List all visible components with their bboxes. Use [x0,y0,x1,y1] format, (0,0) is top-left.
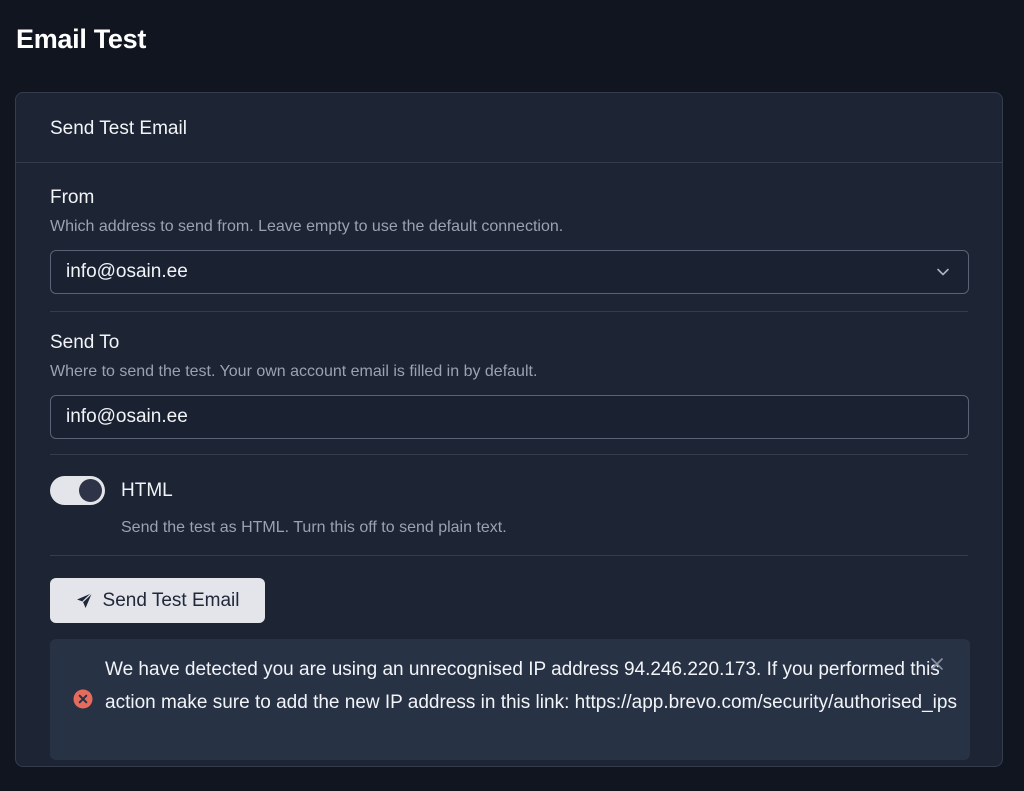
send-to-help-text: Where to send the test. Your own account… [50,363,538,380]
alert-message: We have detected you are using an unreco… [105,659,957,713]
from-select-value: info@osain.ee [66,261,188,282]
from-help-text: Which address to send from. Leave empty … [50,218,564,235]
paper-plane-icon [76,592,92,608]
error-alert: We have detected you are using an unreco… [50,639,970,760]
send-to-label: Send To [50,332,120,353]
send-to-section: Send To Where to send the test. Your own… [50,312,969,455]
from-select[interactable]: info@osain.ee [50,250,969,294]
html-toggle-help-text: Send the test as HTML. Turn this off to … [121,519,507,536]
from-section: From Which address to send from. Leave e… [50,163,969,312]
error-circle-icon [73,689,93,709]
send-test-email-button[interactable]: Send Test Email [50,578,265,623]
send-to-input-value: info@osain.ee [66,406,188,427]
send-to-input[interactable]: info@osain.ee [50,395,969,439]
page-title: Email Test [16,24,147,54]
close-icon[interactable] [930,657,944,671]
send-test-email-button-label: Send Test Email [102,589,240,611]
from-label: From [50,187,95,208]
card-title: Send Test Email [16,93,1002,163]
chevron-down-icon [937,268,949,276]
html-toggle[interactable] [50,476,105,505]
card-body: From Which address to send from. Leave e… [16,163,1002,556]
html-toggle-section: HTML Send the test as HTML. Turn this of… [50,455,968,556]
html-toggle-label: HTML [121,480,173,501]
toggle-knob [79,479,102,502]
send-test-email-card: Send Test Email From Which address to se… [15,92,1003,767]
